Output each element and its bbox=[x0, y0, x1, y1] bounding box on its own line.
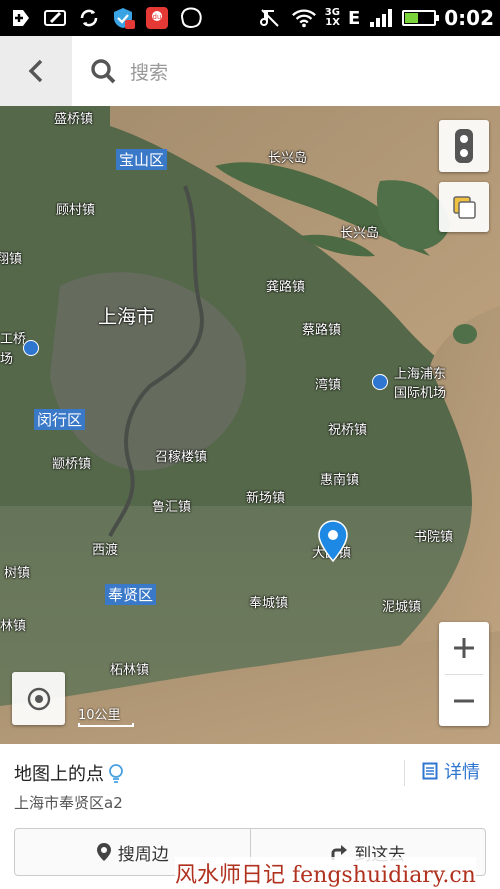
details-label: 详情 bbox=[444, 762, 480, 783]
layers-icon bbox=[453, 196, 476, 219]
map-label: 湾镇 bbox=[315, 378, 342, 393]
zoom-out-button[interactable] bbox=[439, 675, 489, 727]
network-type: E bbox=[347, 7, 361, 29]
add-icon bbox=[8, 5, 34, 31]
airport-icon bbox=[372, 374, 388, 390]
map-label: 柘林镇 bbox=[110, 663, 150, 678]
map-label: 召稼楼镇 bbox=[155, 450, 208, 465]
traffic-toggle-button[interactable] bbox=[439, 120, 489, 172]
place-address: 上海市奉贤区a2 bbox=[14, 794, 123, 812]
map-label-city[interactable]: 上海市 bbox=[98, 302, 155, 329]
search-nearby-label: 搜周边 bbox=[117, 844, 169, 865]
map-label: 上海浦东 bbox=[394, 367, 447, 382]
back-button[interactable] bbox=[0, 36, 72, 106]
map-label: 鲁汇镇 bbox=[152, 500, 192, 515]
clock: 0:02 bbox=[444, 6, 494, 30]
map-label: 新场镇 bbox=[246, 491, 286, 506]
document-icon bbox=[422, 762, 438, 780]
shield-icon bbox=[110, 5, 136, 31]
crosshair-icon bbox=[27, 687, 50, 710]
search-input[interactable]: 搜索 bbox=[72, 36, 500, 106]
map-label: 祝桥镇 bbox=[328, 423, 368, 438]
map-view[interactable]: 盛桥镇 宝山区 长兴岛 顾村镇 长兴岛 翔镇 龚路镇 上海市 蔡路镇 工桥 场 … bbox=[0, 106, 500, 744]
details-button[interactable]: 详情 bbox=[422, 758, 480, 784]
map-label: 长兴岛 bbox=[340, 226, 380, 241]
watermark-text: 风水师日记 fengshuidiary.cn bbox=[175, 857, 476, 889]
map-label: 长兴岛 bbox=[268, 151, 308, 166]
map-label: 翔镇 bbox=[0, 252, 23, 267]
map-label: 工桥 bbox=[0, 332, 27, 347]
place-name: 地图上的点 bbox=[14, 764, 104, 785]
zoom-controls bbox=[439, 622, 489, 726]
locate-me-button[interactable] bbox=[12, 672, 65, 725]
place-title: 地图上的点 bbox=[14, 760, 124, 786]
battery-icon bbox=[402, 10, 440, 26]
map-label: 国际机场 bbox=[394, 386, 447, 401]
map-label-district[interactable]: 奉贤区 bbox=[105, 584, 157, 605]
scale-bar bbox=[78, 723, 134, 727]
map-label: 盛桥镇 bbox=[54, 112, 94, 127]
edit-icon bbox=[42, 5, 68, 31]
minus-icon bbox=[454, 699, 474, 703]
blob-icon bbox=[178, 5, 204, 31]
wifi-icon bbox=[291, 5, 317, 31]
map-label: 西渡 bbox=[92, 543, 119, 558]
map-label: 奉城镇 bbox=[249, 596, 289, 611]
signal-icon bbox=[368, 5, 394, 31]
plus-icon bbox=[454, 638, 474, 658]
map-label: 林镇 bbox=[0, 619, 27, 634]
traffic-light-icon bbox=[455, 129, 473, 163]
search-bar: 搜索 bbox=[0, 36, 500, 106]
map-label-district[interactable]: 宝山区 bbox=[116, 149, 168, 170]
map-label: 树镇 bbox=[4, 566, 31, 581]
map-label: 泥城镇 bbox=[382, 600, 422, 615]
airport-icon bbox=[23, 340, 39, 356]
scale-label: 10公里 bbox=[78, 708, 121, 723]
map-label: 颛桥镇 bbox=[52, 457, 92, 472]
layers-button[interactable] bbox=[439, 182, 489, 232]
sync-icon bbox=[76, 5, 102, 31]
status-bar: du 3G 1X E 0:02 bbox=[0, 0, 500, 36]
du-app-icon: du bbox=[144, 5, 170, 31]
svg-text:du: du bbox=[153, 13, 162, 21]
map-label: 顾村镇 bbox=[56, 203, 96, 218]
chevron-left-icon bbox=[28, 59, 43, 83]
zoom-in-button[interactable] bbox=[439, 622, 489, 674]
location-pin-icon[interactable] bbox=[317, 519, 349, 563]
map-label: 惠南镇 bbox=[320, 473, 360, 488]
pin-icon bbox=[96, 843, 111, 861]
search-icon bbox=[91, 59, 116, 84]
network-label: 3G 1X bbox=[324, 7, 340, 28]
map-label: 场 bbox=[0, 352, 14, 367]
map-label: 蔡路镇 bbox=[302, 323, 342, 338]
bulb-icon bbox=[109, 764, 123, 783]
map-label-district[interactable]: 闵行区 bbox=[34, 409, 86, 430]
map-label: 龚路镇 bbox=[266, 280, 306, 295]
search-placeholder: 搜索 bbox=[130, 61, 169, 84]
map-label: 书院镇 bbox=[414, 530, 454, 545]
music-off-icon bbox=[257, 5, 283, 31]
divider bbox=[404, 760, 405, 786]
map-scale: 10公里 bbox=[78, 704, 134, 727]
